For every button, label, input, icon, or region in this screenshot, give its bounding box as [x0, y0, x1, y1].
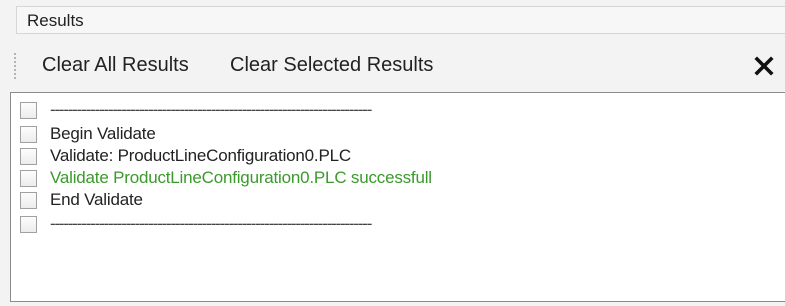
result-checkbox[interactable]: [20, 169, 37, 187]
result-checkbox[interactable]: [20, 191, 37, 209]
result-row: ----------------------------------------…: [20, 213, 372, 235]
result-checkbox[interactable]: [20, 147, 37, 165]
close-icon: [754, 56, 774, 76]
toolbar-grip-handle[interactable]: [14, 53, 16, 79]
result-row-label: ----------------------------------------…: [50, 100, 372, 119]
result-row: ----------------------------------------…: [20, 99, 372, 121]
result-row: Validate ProductLineConfiguration0.PLC s…: [20, 167, 432, 189]
result-checkbox[interactable]: [20, 101, 37, 119]
result-row-label: Validate: ProductLineConfiguration0.PLC: [50, 146, 351, 165]
results-list[interactable]: ----------------------------------------…: [10, 92, 785, 302]
result-checkbox[interactable]: [20, 125, 37, 143]
result-row-label: ----------------------------------------…: [50, 214, 372, 233]
result-checkbox[interactable]: [20, 215, 37, 233]
result-row: Begin Validate: [20, 123, 156, 145]
results-panel: Results Clear All Results Clear Selected…: [0, 0, 785, 306]
result-row: End Validate: [20, 189, 143, 211]
close-button[interactable]: [748, 48, 780, 84]
results-toolbar: Clear All Results Clear Selected Results: [0, 40, 785, 90]
clear-all-results-button[interactable]: Clear All Results: [42, 54, 189, 77]
result-row-label: Validate ProductLineConfiguration0.PLC s…: [50, 168, 432, 187]
result-row: Validate: ProductLineConfiguration0.PLC: [20, 145, 351, 167]
panel-header: Results: [16, 6, 785, 34]
result-row-label: End Validate: [50, 190, 143, 209]
clear-selected-results-button[interactable]: Clear Selected Results: [230, 54, 433, 77]
panel-title: Results: [27, 11, 84, 30]
result-row-label: Begin Validate: [50, 124, 156, 143]
